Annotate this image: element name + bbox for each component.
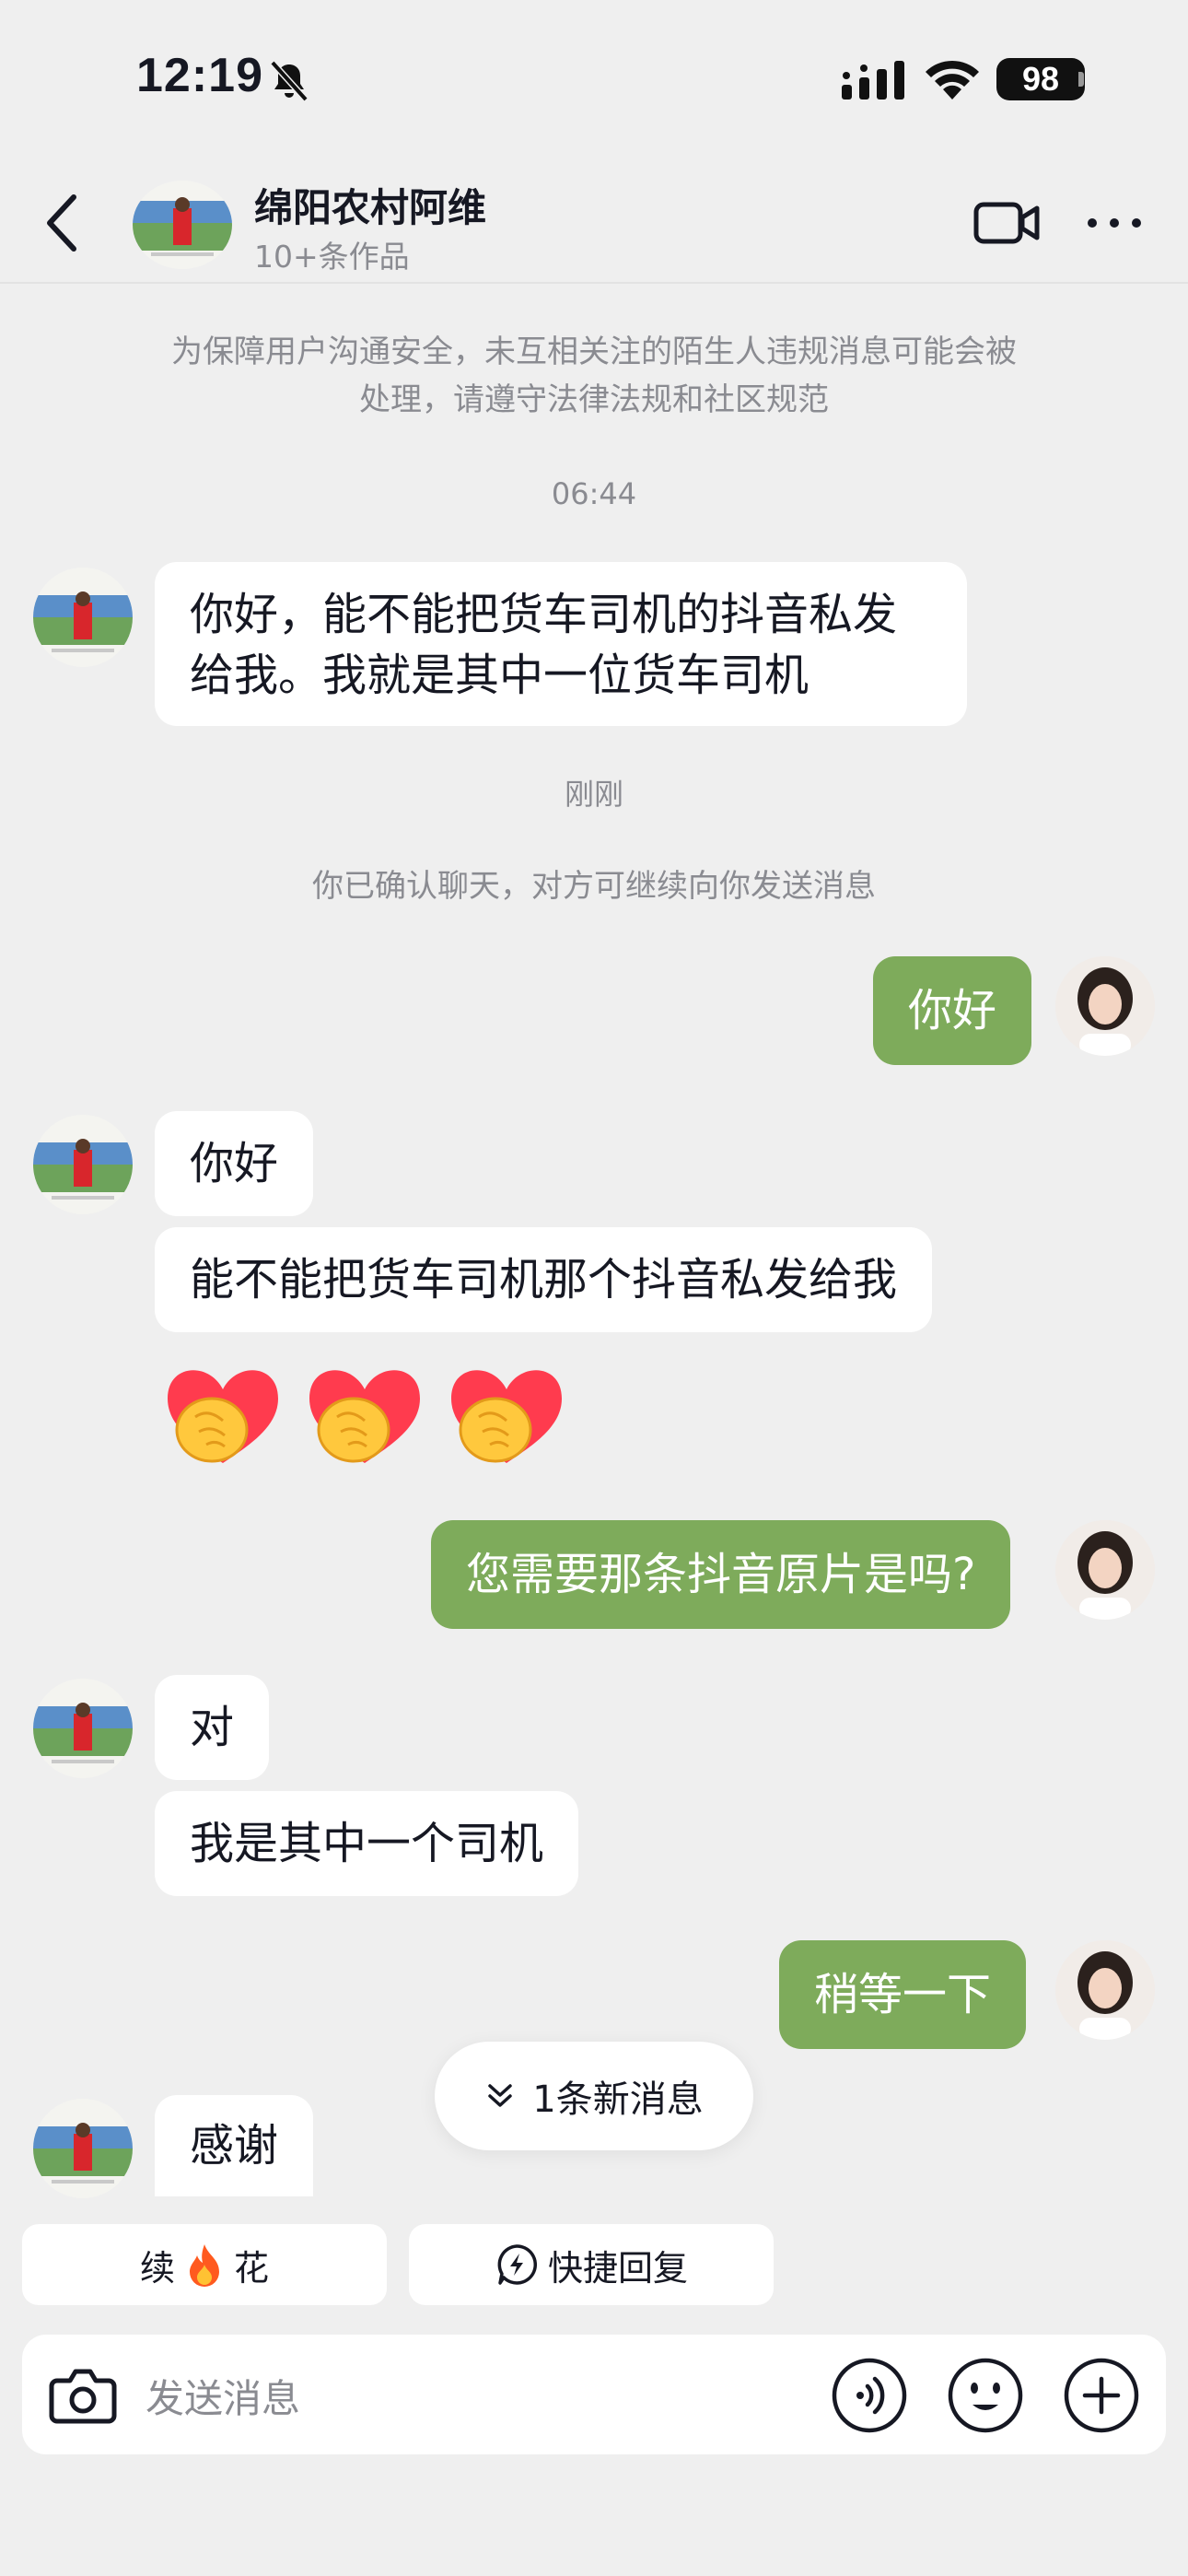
chat-confirmed-notice: 你已确认聊天，对方可继续向你发送消息 [312, 868, 876, 905]
double-chevron-down-icon [488, 2084, 513, 2107]
heart-hands-emoji-icon [168, 1370, 278, 1463]
message-bubble-incoming[interactable]: 对 [155, 1675, 270, 1780]
my-avatar[interactable] [1055, 1940, 1155, 2040]
message-bubble-outgoing[interactable]: 稍等一下 [779, 1940, 1027, 2049]
message-bubble-incoming[interactable]: 感谢 [155, 2095, 314, 2196]
message-input[interactable]: 发送消息 [146, 2368, 300, 2424]
back-chevron-icon[interactable] [41, 190, 85, 256]
my-avatar[interactable] [1055, 956, 1155, 1056]
plus-more-icon[interactable] [1063, 2357, 1140, 2434]
message-bubble-incoming[interactable]: 我是其中一个司机 [155, 1791, 579, 1896]
message-bubble-outgoing[interactable]: 您需要那条抖音原片是吗? [431, 1520, 1011, 1629]
battery-cap [1078, 72, 1084, 87]
fire-icon [190, 2244, 219, 2287]
wifi-icon [926, 60, 979, 100]
heart-hands-emoji-icon [451, 1370, 562, 1463]
emoji-message[interactable] [158, 1352, 571, 1481]
contact-works-count[interactable]: 10+条作品 [254, 232, 410, 276]
voice-message-icon[interactable] [831, 2357, 908, 2434]
message-bubble-incoming[interactable]: 你好，能不能把货车司机的抖音私发给我。我就是其中一位货车司机 [155, 562, 967, 726]
contact-message-avatar[interactable] [33, 568, 133, 667]
message-bubble-incoming[interactable]: 能不能把货车司机那个抖音私发给我 [155, 1227, 933, 1332]
safety-notice-line2: 处理，请遵守法律法规和社区规范 [359, 381, 829, 418]
safety-notice-line1: 为保障用户沟通安全，未互相关注的陌生人违规消息可能会被 [171, 334, 1017, 370]
my-avatar[interactable] [1055, 1520, 1155, 1620]
streak-label-right: 花 [234, 2247, 270, 2289]
more-options-icon[interactable] [1085, 206, 1144, 240]
message-bubble-outgoing[interactable]: 你好 [873, 956, 1032, 1065]
video-call-icon[interactable] [973, 195, 1042, 251]
mute-bell-icon [270, 60, 309, 102]
header-divider [0, 282, 1188, 284]
message-bubble-incoming[interactable]: 你好 [155, 1111, 314, 1216]
contact-name[interactable]: 绵阳农村阿维 [254, 177, 486, 233]
new-message-label: 1条新消息 [532, 2078, 704, 2121]
timestamp: 刚刚 [564, 777, 623, 812]
camera-icon[interactable] [46, 2359, 120, 2432]
status-time: 12:19 [136, 49, 263, 102]
battery-indicator: 98 [996, 58, 1085, 100]
quick-reply-button[interactable]: 快捷回复 [409, 2224, 774, 2305]
timestamp: 06:44 [551, 476, 637, 511]
streak-label-left: 续 [139, 2247, 175, 2289]
heart-hands-emoji-icon [309, 1370, 420, 1463]
contact-message-avatar[interactable] [33, 2099, 133, 2198]
cell-signal-icon [842, 61, 904, 100]
emoji-picker-icon[interactable] [947, 2357, 1024, 2434]
quick-reply-bolt-icon [497, 2244, 538, 2285]
new-message-pill[interactable]: 1条新消息 [435, 2042, 753, 2150]
contact-message-avatar[interactable] [33, 1679, 133, 1778]
chat-screen: 12:19 98 绵阳农村阿维 10+条作品 为保障用户沟通安全，未互相关注的陌… [0, 0, 1188, 2576]
contact-message-avatar[interactable] [33, 1115, 133, 1214]
streak-flower-button[interactable]: 续 花 [22, 2224, 387, 2305]
quick-reply-label: 快捷回复 [547, 2247, 688, 2289]
contact-avatar[interactable] [133, 181, 232, 269]
